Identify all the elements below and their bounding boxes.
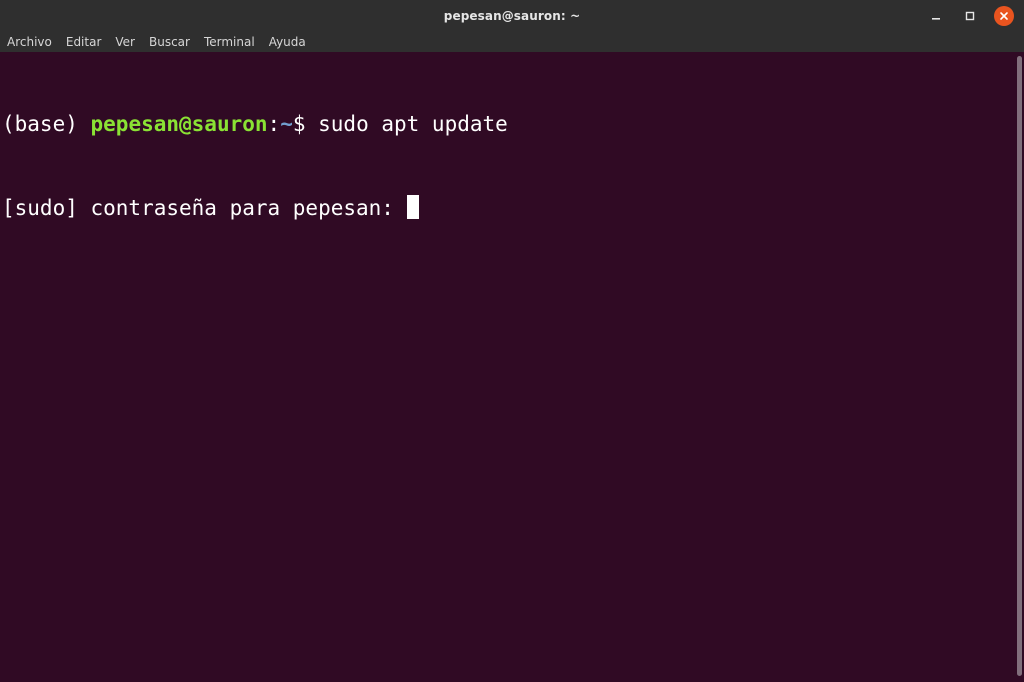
- scrollbar-thumb[interactable]: [1017, 56, 1022, 676]
- menu-ver[interactable]: Ver: [115, 32, 135, 52]
- maximize-icon: [965, 11, 975, 21]
- current-path: ~: [280, 112, 293, 136]
- menu-buscar[interactable]: Buscar: [149, 32, 190, 52]
- menu-archivo[interactable]: Archivo: [7, 32, 52, 52]
- scrollbar[interactable]: [1014, 52, 1024, 682]
- terminal-line-command: (base) pepesan@sauron:~$ sudo apt update: [2, 110, 1014, 138]
- terminal-output[interactable]: (base) pepesan@sauron:~$ sudo apt update…: [0, 52, 1014, 682]
- terminal-window: pepesan@sauron: ~ Archivo Editar Ver Bus…: [0, 0, 1024, 682]
- conda-env: (base): [2, 112, 91, 136]
- minimize-button[interactable]: [926, 6, 946, 26]
- terminal-line-password: [sudo] contraseña para pepesan:: [2, 194, 1014, 222]
- menu-ayuda[interactable]: Ayuda: [269, 32, 306, 52]
- window-controls: [926, 6, 1014, 26]
- close-button[interactable]: [994, 6, 1014, 26]
- menu-editar[interactable]: Editar: [66, 32, 102, 52]
- text-cursor: [406, 195, 419, 219]
- command-text: sudo apt update: [318, 112, 508, 136]
- user-host: pepesan@sauron: [90, 112, 268, 136]
- title-bar[interactable]: pepesan@sauron: ~: [0, 0, 1024, 32]
- prompt-symbol: $: [292, 112, 319, 136]
- sudo-password-prompt: [sudo] contraseña para pepesan:: [2, 196, 407, 220]
- close-icon: [1000, 12, 1008, 20]
- maximize-button[interactable]: [960, 6, 980, 26]
- window-title: pepesan@sauron: ~: [443, 9, 581, 23]
- prompt-separator: :: [267, 112, 281, 136]
- minimize-icon: [932, 18, 940, 20]
- menu-terminal[interactable]: Terminal: [204, 32, 255, 52]
- menu-bar: Archivo Editar Ver Buscar Terminal Ayuda: [0, 32, 1024, 52]
